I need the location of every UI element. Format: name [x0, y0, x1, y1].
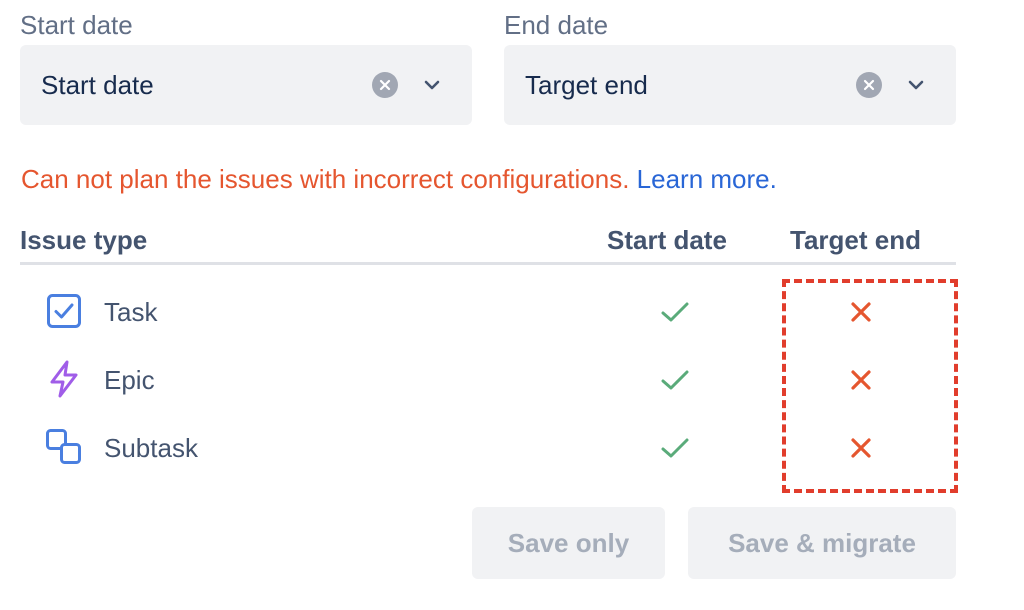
header-issue-type: Issue type [20, 225, 148, 255]
subtask-icon [45, 428, 83, 466]
epic-lightning-icon [45, 360, 83, 398]
save-only-button[interactable]: Save only [472, 507, 665, 579]
check-icon [659, 432, 691, 464]
save-and-migrate-button[interactable]: Save & migrate [688, 507, 956, 579]
target-end-error-highlight [782, 279, 958, 493]
chevron-down-icon[interactable] [422, 75, 442, 95]
task-checkbox-icon [45, 292, 83, 330]
check-icon [659, 364, 691, 396]
error-text: Can not plan the issues with incorrect c… [21, 164, 630, 194]
start-date-value: Start date [41, 69, 154, 100]
header-start-date: Start date [607, 225, 727, 255]
end-date-value: Target end [525, 69, 648, 100]
row-label-task: Task [104, 297, 158, 327]
chevron-down-icon[interactable] [906, 75, 926, 95]
row-label-subtask: Subtask [104, 433, 198, 463]
clear-start-date-icon[interactable] [372, 72, 398, 98]
header-target-end: Target end [790, 225, 921, 255]
table-divider [20, 262, 956, 265]
row-label-epic: Epic [104, 365, 155, 395]
clear-end-date-icon[interactable] [856, 72, 882, 98]
error-message: Can not plan the issues with incorrect c… [21, 162, 777, 196]
end-date-select[interactable]: Target end [504, 45, 956, 125]
end-date-label: End date [504, 10, 609, 40]
check-icon [659, 296, 691, 328]
learn-more-link[interactable]: Learn more. [637, 164, 777, 194]
start-date-label: Start date [20, 10, 133, 40]
start-date-select[interactable]: Start date [20, 45, 472, 125]
